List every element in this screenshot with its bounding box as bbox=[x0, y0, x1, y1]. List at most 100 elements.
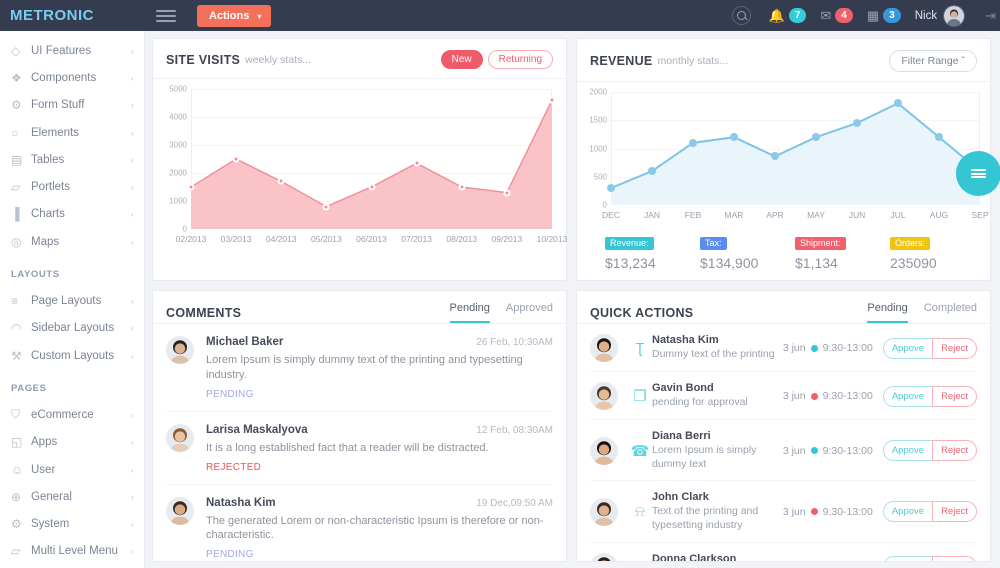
list-item[interactable]: Michael Baker 26 Feb, 10:30AM Lorem Ipsum … bbox=[166, 324, 553, 412]
revenue-subtitle: monthly stats... bbox=[657, 55, 729, 67]
data-point[interactable] bbox=[232, 155, 240, 163]
sidebar-item-form-stuff[interactable]: ⚙ Form Stuff ‹ bbox=[0, 92, 144, 119]
revenue-chart[interactable]: 0 500 1000 1500 2000 DEC JAN FEB MAR APR MAY JUN JUL… bbox=[577, 82, 990, 225]
sidebar-item-portlets[interactable]: ▱ Portlets ‹ bbox=[0, 173, 144, 200]
avatar bbox=[166, 336, 194, 364]
notifications-button[interactable]: 🔔 7 bbox=[769, 8, 807, 23]
list-item[interactable]: ◫Donna ClarksonSimply dummy text of the3… bbox=[590, 543, 977, 561]
sidebar-item-ui-features[interactable]: ◇ UI Features ‹ bbox=[0, 37, 144, 64]
data-point[interactable] bbox=[458, 183, 466, 191]
data-point[interactable] bbox=[730, 133, 738, 142]
y-axis-tick: 1000 bbox=[589, 144, 607, 153]
bar-chart-icon: ▐ bbox=[11, 207, 20, 222]
reject-button[interactable]: Reject bbox=[932, 556, 977, 561]
chevron-left-icon: ‹ bbox=[131, 491, 134, 502]
data-point[interactable] bbox=[277, 177, 285, 185]
sidebar-item-elements[interactable]: ○ Elements ‹ bbox=[0, 119, 144, 146]
sidebar-item-charts[interactable]: ▐ Charts ‹ bbox=[0, 201, 144, 228]
reject-button[interactable]: Reject bbox=[932, 440, 977, 462]
data-point[interactable] bbox=[413, 159, 421, 167]
sidebar-item-user[interactable]: ☺ User ‹ bbox=[0, 456, 144, 483]
sidebar-item-general[interactable]: ⊕ General ‹ bbox=[0, 483, 144, 510]
tab-pending[interactable]: Pending bbox=[867, 302, 908, 323]
list-item[interactable]: ❐ Gavin Bond pending for approval 3 jun 9:30… bbox=[590, 372, 977, 420]
chevron-left-icon: ‹ bbox=[131, 45, 134, 56]
avatar-image bbox=[166, 496, 194, 525]
gear-icon: ⚙ bbox=[11, 98, 22, 113]
quick-action-buttons: AppoveReject bbox=[882, 501, 977, 523]
list-item[interactable]: ⍾ John Clark Text of the printing and type… bbox=[590, 481, 977, 543]
filter-range-button[interactable]: Filter Range ˇ bbox=[889, 50, 977, 72]
tab-approved[interactable]: Approved bbox=[506, 302, 553, 323]
avatar-image bbox=[590, 436, 618, 465]
list-item[interactable]: Natasha Kim 19 Dec,09:50 AM The generated … bbox=[166, 485, 553, 561]
data-point[interactable] bbox=[322, 203, 330, 211]
approve-button[interactable]: Appove bbox=[882, 385, 933, 407]
avatar-image bbox=[944, 5, 965, 26]
status-badge: Orders: bbox=[890, 237, 931, 250]
tab-pending[interactable]: Pending bbox=[449, 302, 490, 323]
data-point[interactable] bbox=[503, 189, 511, 197]
folder-icon: ▱ bbox=[11, 180, 21, 195]
logout-icon[interactable]: ⇥ bbox=[985, 8, 996, 24]
status-badge: PENDING bbox=[206, 549, 254, 561]
revenue-title: REVENUE bbox=[590, 54, 653, 68]
data-point[interactable] bbox=[368, 183, 375, 191]
reject-button[interactable]: Reject bbox=[932, 501, 977, 523]
reject-button[interactable]: Reject bbox=[932, 337, 977, 359]
list-item[interactable]: Larisa Maskalyova 12 Feb, 08:30AM It is a … bbox=[166, 412, 553, 485]
list-item[interactable]: Ʈ Natasha Kim Dummy text of the printing 3 … bbox=[590, 324, 977, 372]
tasks-button[interactable]: ▦ 3 bbox=[867, 8, 901, 23]
tab-completed[interactable]: Completed bbox=[924, 302, 977, 323]
actions-button[interactable]: Actions ▾ bbox=[197, 4, 272, 27]
data-point[interactable] bbox=[935, 133, 943, 142]
legend-returning-button[interactable]: Returning bbox=[487, 50, 553, 69]
approve-button[interactable]: Appove bbox=[882, 501, 933, 523]
chevron-left-icon: ‹ bbox=[131, 72, 134, 83]
list-item[interactable]: ☎ Diana Berri Lorem Ipsum is simply dummy … bbox=[590, 420, 977, 482]
data-point[interactable] bbox=[548, 96, 556, 104]
quick-actions-list[interactable]: Ʈ Natasha Kim Dummy text of the printing 3 … bbox=[577, 324, 990, 561]
quick-action-name: Diana Berri bbox=[652, 430, 711, 442]
data-point[interactable] bbox=[853, 119, 861, 128]
sidebar-item-page-layouts[interactable]: ≡ Page Layouts ‹ bbox=[0, 287, 144, 314]
approve-button[interactable]: Appove bbox=[882, 440, 933, 462]
legend-new-button[interactable]: New bbox=[440, 50, 483, 69]
site-visits-chart[interactable]: 0 1000 2000 3000 4000 5000 02/2013 03/2013 04/20… bbox=[153, 79, 567, 255]
approve-button[interactable]: Appove bbox=[882, 337, 933, 359]
data-point[interactable] bbox=[894, 99, 902, 108]
stat-value: 235090 bbox=[890, 255, 937, 271]
search-icon[interactable] bbox=[731, 6, 751, 25]
sidebar-item-maps[interactable]: ◎ Maps ‹ bbox=[0, 228, 144, 255]
data-point[interactable] bbox=[689, 138, 697, 147]
messages-button[interactable]: ✉ 4 bbox=[820, 8, 853, 23]
data-point[interactable] bbox=[812, 133, 820, 142]
sidebar-toggle-icon[interactable] bbox=[153, 9, 179, 23]
app-logo[interactable]: METRONIC bbox=[0, 7, 145, 24]
sidebar-item-custom-layouts[interactable]: ⚒ Custom Layouts ‹ bbox=[0, 342, 144, 369]
sidebar-item-multi-level-menu[interactable]: ▱ Multi Level Menu ‹ bbox=[0, 538, 144, 565]
comments-list[interactable]: Michael Baker 26 Feb, 10:30AM Lorem Ipsum … bbox=[153, 324, 566, 561]
user-menu[interactable]: Nick bbox=[915, 4, 966, 27]
data-point[interactable] bbox=[607, 184, 615, 193]
wrench-icon: ⚒ bbox=[11, 348, 22, 363]
quick-action-date: 3 jun bbox=[782, 342, 806, 354]
puzzle-icon: ❖ bbox=[11, 70, 22, 85]
data-point[interactable] bbox=[648, 167, 656, 176]
approve-button[interactable]: Appove bbox=[882, 556, 933, 561]
sidebar-item-system[interactable]: ⚙ System ‹ bbox=[0, 510, 144, 537]
sidebar-item-apps[interactable]: ◱ Apps ‹ bbox=[0, 429, 144, 456]
sidebar-item-sidebar-layouts[interactable]: ◠ Sidebar Layouts ‹ bbox=[0, 315, 144, 342]
data-point[interactable] bbox=[771, 152, 779, 161]
data-point[interactable] bbox=[187, 183, 195, 191]
revenue-header: REVENUE monthly stats... Filter Range ˇ bbox=[577, 39, 990, 82]
comment-body: Michael Baker 26 Feb, 10:30AM Lorem Ipsum … bbox=[206, 336, 553, 400]
comment-author: Michael Baker bbox=[206, 336, 284, 348]
x-axis-tick: 05/2013 bbox=[311, 234, 342, 244]
quick-sidebar-toggle-button[interactable] bbox=[956, 151, 1000, 196]
sidebar-item-tables[interactable]: ▤ Tables ‹ bbox=[0, 146, 144, 173]
sidebar-item-ecommerce[interactable]: ⛉ eCommerce ‹ bbox=[0, 401, 144, 428]
sidebar-item-components[interactable]: ❖ Components ‹ bbox=[0, 64, 144, 91]
comment-body: Natasha Kim 19 Dec,09:50 AM The generated … bbox=[206, 497, 553, 561]
reject-button[interactable]: Reject bbox=[932, 385, 977, 407]
